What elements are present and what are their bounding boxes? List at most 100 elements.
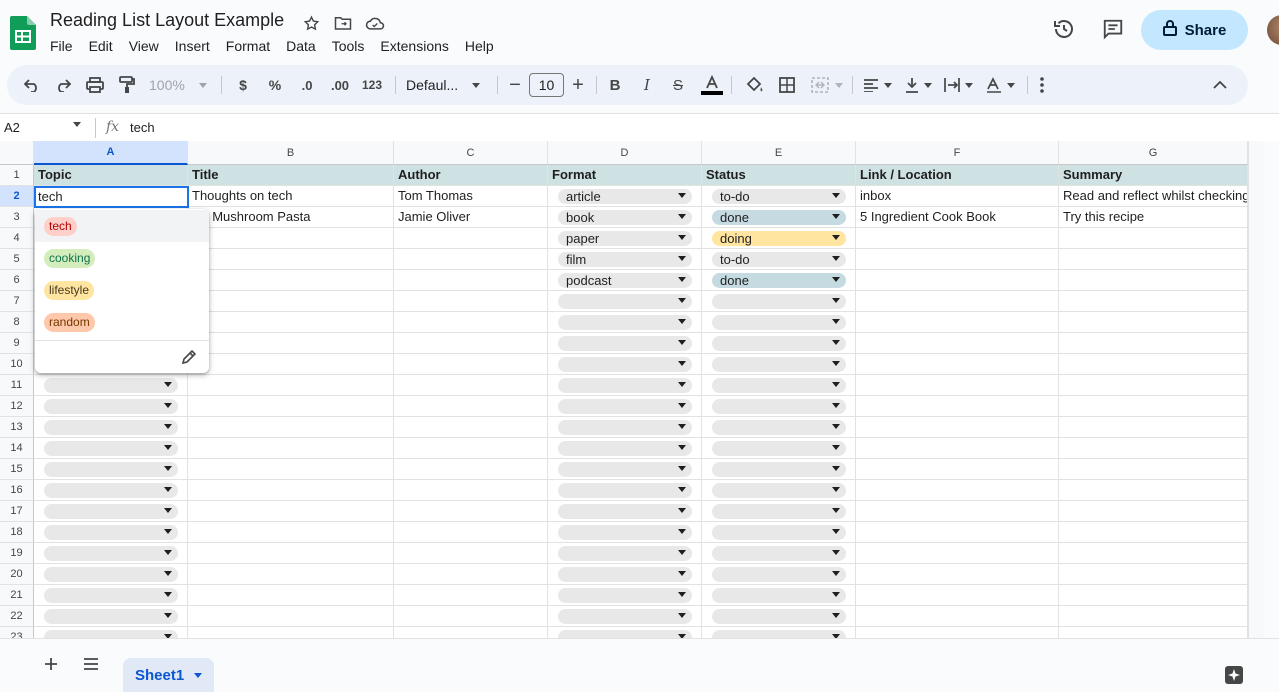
- menu-view[interactable]: View: [121, 37, 167, 57]
- header-cell[interactable]: Title: [188, 165, 394, 186]
- cell[interactable]: [1059, 291, 1248, 312]
- cell[interactable]: [188, 585, 394, 606]
- cell[interactable]: [394, 459, 548, 480]
- text-wrapping-icon[interactable]: [941, 65, 975, 105]
- cell[interactable]: [1059, 354, 1248, 375]
- sheets-logo-icon[interactable]: [10, 16, 36, 50]
- cell[interactable]: [394, 228, 548, 249]
- cell[interactable]: [394, 501, 548, 522]
- cell[interactable]: [188, 438, 394, 459]
- cell[interactable]: [1059, 543, 1248, 564]
- format-dropdown-chip[interactable]: [558, 609, 692, 624]
- decrease-decimal-button[interactable]: .0: [295, 65, 319, 105]
- cell[interactable]: [1059, 459, 1248, 480]
- cell[interactable]: [856, 585, 1059, 606]
- cell[interactable]: [188, 480, 394, 501]
- row-header[interactable]: 5: [0, 249, 34, 270]
- format-dropdown-chip[interactable]: book: [558, 210, 692, 225]
- format-dropdown-chip[interactable]: [558, 546, 692, 561]
- cloud-saved-icon[interactable]: [365, 13, 385, 33]
- cell[interactable]: Tom Thomas: [394, 186, 548, 207]
- cell[interactable]: [856, 522, 1059, 543]
- header-cell[interactable]: Summary: [1059, 165, 1248, 186]
- cell[interactable]: [394, 249, 548, 270]
- cell[interactable]: [188, 501, 394, 522]
- cell[interactable]: [856, 270, 1059, 291]
- cell[interactable]: [1059, 501, 1248, 522]
- more-options-icon[interactable]: [1033, 65, 1051, 105]
- merge-cells-icon[interactable]: [808, 65, 846, 105]
- cell[interactable]: [394, 354, 548, 375]
- cell[interactable]: [856, 249, 1059, 270]
- dropdown-option-lifestyle[interactable]: lifestyle: [35, 274, 209, 306]
- format-dropdown-chip[interactable]: paper: [558, 231, 692, 246]
- paint-format-icon[interactable]: [116, 65, 138, 105]
- cell[interactable]: [394, 396, 548, 417]
- cell[interactable]: [394, 270, 548, 291]
- cell[interactable]: [394, 375, 548, 396]
- status-dropdown-chip[interactable]: [712, 420, 846, 435]
- undo-icon[interactable]: [21, 65, 43, 105]
- cell[interactable]: [856, 312, 1059, 333]
- cell[interactable]: [856, 333, 1059, 354]
- cell[interactable]: [1059, 396, 1248, 417]
- cell[interactable]: [1059, 228, 1248, 249]
- topic-dropdown-chip[interactable]: [44, 546, 178, 561]
- format-dropdown-chip[interactable]: podcast: [558, 273, 692, 288]
- cell[interactable]: [1059, 270, 1248, 291]
- menu-extensions[interactable]: Extensions: [372, 37, 456, 57]
- status-dropdown-chip[interactable]: [712, 546, 846, 561]
- status-dropdown-chip[interactable]: done: [712, 210, 846, 225]
- topic-dropdown-chip[interactable]: [44, 378, 178, 393]
- horizontal-align-icon[interactable]: [860, 65, 894, 105]
- redo-icon[interactable]: [52, 65, 74, 105]
- cell[interactable]: [188, 522, 394, 543]
- row-header[interactable]: 3: [0, 207, 34, 228]
- status-dropdown-chip[interactable]: [712, 504, 846, 519]
- cell[interactable]: [856, 627, 1059, 638]
- comments-icon[interactable]: [1100, 16, 1126, 42]
- dropdown-option-tech[interactable]: tech: [35, 210, 209, 242]
- move-folder-icon[interactable]: [333, 13, 353, 33]
- column-header-d[interactable]: D: [548, 141, 702, 165]
- cell[interactable]: [394, 438, 548, 459]
- menu-edit[interactable]: Edit: [81, 37, 121, 57]
- cell[interactable]: [856, 396, 1059, 417]
- status-dropdown-chip[interactable]: [712, 441, 846, 456]
- cell[interactable]: [188, 396, 394, 417]
- row-header[interactable]: 21: [0, 585, 34, 606]
- menu-help[interactable]: Help: [457, 37, 502, 57]
- cell[interactable]: Try this recipe: [1059, 207, 1248, 228]
- status-dropdown-chip[interactable]: [712, 336, 846, 351]
- topic-dropdown-chip[interactable]: [44, 504, 178, 519]
- row-header[interactable]: 17: [0, 501, 34, 522]
- status-dropdown-chip[interactable]: [712, 294, 846, 309]
- cell[interactable]: [188, 564, 394, 585]
- topic-dropdown-chip[interactable]: [44, 567, 178, 582]
- row-header[interactable]: 23: [0, 627, 34, 638]
- row-header[interactable]: 6: [0, 270, 34, 291]
- cell[interactable]: rlic Mushroom Pasta: [188, 207, 394, 228]
- increase-decimal-button[interactable]: .00: [327, 65, 353, 105]
- row-header[interactable]: 18: [0, 522, 34, 543]
- row-header[interactable]: 12: [0, 396, 34, 417]
- header-cell[interactable]: Format: [548, 165, 702, 186]
- cell[interactable]: Thoughts on tech: [188, 186, 394, 207]
- font-size-increase-button[interactable]: +: [569, 65, 587, 105]
- borders-icon[interactable]: [776, 65, 798, 105]
- cell[interactable]: [188, 312, 394, 333]
- column-header-e[interactable]: E: [702, 141, 856, 165]
- cell[interactable]: [394, 627, 548, 638]
- cell[interactable]: [856, 501, 1059, 522]
- fill-color-icon[interactable]: [743, 65, 765, 105]
- select-all-corner[interactable]: [0, 141, 34, 165]
- zoom-select[interactable]: 100%: [149, 65, 209, 105]
- row-header[interactable]: 1: [0, 165, 34, 186]
- cell[interactable]: [1059, 564, 1248, 585]
- cell[interactable]: [188, 270, 394, 291]
- dropdown-option-cooking[interactable]: cooking: [35, 242, 209, 274]
- cell[interactable]: [1059, 606, 1248, 627]
- active-cell-editor[interactable]: tech: [34, 186, 189, 208]
- cell[interactable]: [188, 606, 394, 627]
- text-color-icon[interactable]: [700, 65, 724, 105]
